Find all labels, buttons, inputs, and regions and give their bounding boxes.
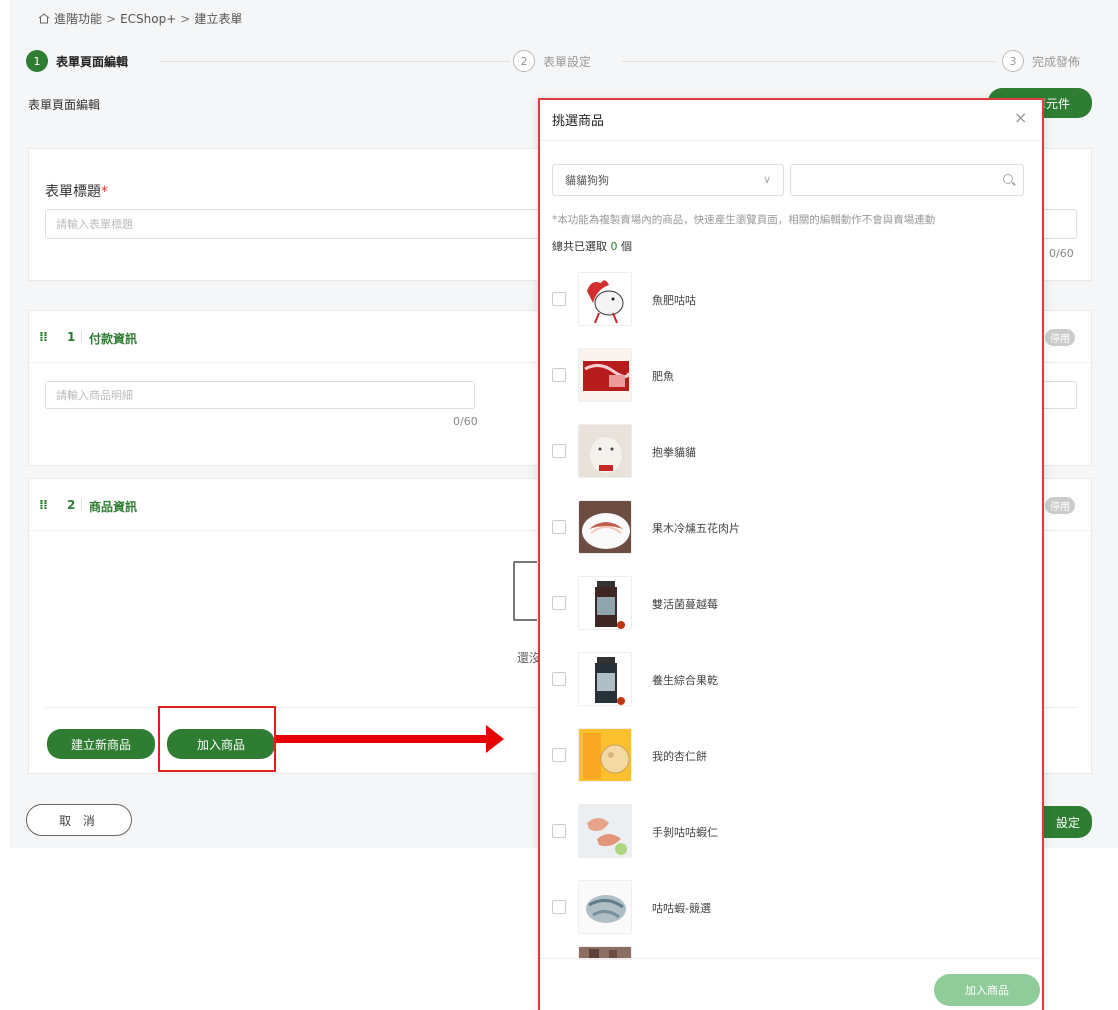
- divider: [81, 499, 82, 511]
- product-item[interactable]: 手剝咕咕蝦仁: [540, 796, 1042, 870]
- product-name: 養生綜合果乾: [652, 674, 718, 687]
- product-name: 我的杏仁餅: [652, 750, 707, 763]
- required-mark: *: [101, 184, 108, 200]
- fish-roe-photo-icon: [578, 348, 632, 402]
- modal-title: 挑選商品: [552, 114, 605, 129]
- product-checkbox[interactable]: [552, 900, 566, 914]
- close-icon[interactable]: ×: [1014, 108, 1027, 127]
- product-checkbox[interactable]: [552, 520, 566, 534]
- almond-cookie-photo-icon: [578, 728, 632, 782]
- arrow-head-icon: [486, 725, 504, 753]
- modal-add-product-button[interactable]: 加入商品: [934, 974, 1040, 1006]
- product-name: 雙活菌蔓越莓: [652, 598, 718, 611]
- disable-toggle[interactable]: 停用: [1045, 329, 1075, 346]
- product-name: 手剝咕咕蝦仁: [652, 826, 718, 839]
- product-checkbox[interactable]: [552, 596, 566, 610]
- bacon-plate-photo-icon: [578, 500, 632, 554]
- step-number: 3: [1002, 50, 1024, 72]
- shrimp-photo-icon: [578, 804, 632, 858]
- breadcrumb-advanced[interactable]: 進階功能: [54, 10, 102, 27]
- rooster-photo-icon: [578, 272, 632, 326]
- create-product-button[interactable]: 建立新商品: [47, 729, 155, 759]
- product-search-input[interactable]: [790, 164, 1024, 196]
- step-number: 1: [26, 50, 48, 72]
- cancel-button[interactable]: 取 消: [26, 804, 132, 836]
- product-name: 果木冷燻五花肉片: [652, 522, 740, 535]
- breadcrumb-ecshop[interactable]: ECShop+: [120, 12, 176, 26]
- form-title-input-edge[interactable]: [1041, 209, 1077, 239]
- product-checkbox[interactable]: [552, 672, 566, 686]
- empty-box-icon: [513, 561, 537, 621]
- product-item[interactable]: 雙活菌蔓越莓: [540, 568, 1042, 642]
- product-item[interactable]: 果木冷燻五花肉片: [540, 492, 1042, 566]
- store-select-value: 貓貓狗狗: [565, 174, 609, 187]
- form-title-label: 表單標題*: [45, 184, 108, 200]
- arrow-shaft: [276, 735, 488, 743]
- divider: [540, 140, 1042, 141]
- cat-figurine-photo-icon: [578, 424, 632, 478]
- breadcrumb-separator: >: [106, 11, 117, 26]
- product-item[interactable]: 養生綜合果乾: [540, 644, 1042, 718]
- breadcrumb-separator: >: [180, 11, 191, 26]
- jar-photo-icon: [578, 652, 632, 706]
- product-detail-input[interactable]: 請輸入商品明細: [45, 381, 475, 409]
- chevron-down-icon: ∨: [762, 173, 771, 186]
- section-name: 付款資訊: [89, 332, 138, 346]
- search-icon[interactable]: [1003, 174, 1013, 184]
- product-name: 肥魚: [652, 370, 674, 383]
- product-item[interactable]: 抱拳貓貓: [540, 416, 1042, 490]
- product-checkbox[interactable]: [552, 748, 566, 762]
- form-title-input[interactable]: 請輸入表單標題: [45, 209, 545, 239]
- pick-product-modal: 挑選商品 × 貓貓狗狗 ∨ *本功能為複製賣場內的商品，快速產生瀏覽頁面，相關的…: [538, 98, 1044, 1010]
- drag-handle-icon[interactable]: ⁞⁞: [39, 330, 48, 345]
- product-item[interactable]: 咕咕蝦-競選: [540, 872, 1042, 946]
- product-checkbox[interactable]: [552, 444, 566, 458]
- section-number: 1: [67, 330, 76, 344]
- modal-note: *本功能為複製賣場內的商品，快速產生瀏覽頁面，相關的編輯動作不會與賣場連動: [552, 214, 936, 226]
- divider: [540, 958, 1042, 959]
- step-edit-page: 1 表單頁面編輯: [26, 50, 128, 72]
- divider: [81, 331, 82, 343]
- char-count: 0/60: [453, 415, 478, 428]
- product-name: 咕咕蝦-競選: [652, 902, 711, 915]
- input-edge[interactable]: [1041, 381, 1077, 409]
- step-connector: [160, 61, 510, 62]
- shrimp-photo-icon: [578, 880, 632, 934]
- step-label: 表單設定: [543, 54, 592, 69]
- product-name: 魚肥咕咕: [652, 294, 696, 307]
- product-checkbox[interactable]: [552, 368, 566, 382]
- section-title: 表單頁面編輯: [28, 98, 101, 112]
- selected-count: 總共已選取 0 個: [552, 240, 632, 253]
- home-icon[interactable]: [38, 13, 50, 24]
- disable-toggle[interactable]: 停用: [1045, 497, 1075, 514]
- breadcrumb-current: 建立表單: [194, 12, 243, 26]
- store-select[interactable]: 貓貓狗狗 ∨: [552, 164, 784, 196]
- product-checkbox[interactable]: [552, 824, 566, 838]
- highlight-box: [158, 706, 276, 772]
- step-label: 表單頁面編輯: [56, 54, 129, 69]
- step-publish: 3 完成發佈: [1002, 50, 1080, 72]
- step-label: 完成發佈: [1032, 54, 1081, 69]
- section-number: 2: [67, 498, 76, 512]
- step-form-settings: 2 表單設定: [513, 50, 591, 72]
- selected-count-number: 0: [610, 240, 618, 253]
- char-count: 0/60: [1049, 247, 1074, 260]
- breadcrumb: 進階功能 > ECShop+ > 建立表單: [38, 10, 242, 27]
- product-name: 抱拳貓貓: [652, 446, 696, 459]
- jar-photo-icon: [578, 576, 632, 630]
- product-item[interactable]: 魚肥咕咕: [540, 264, 1042, 338]
- product-item[interactable]: 肥魚: [540, 340, 1042, 414]
- product-item[interactable]: 我的杏仁餅: [540, 720, 1042, 794]
- section-name: 商品資訊: [89, 500, 138, 514]
- step-connector: [622, 61, 996, 62]
- step-number: 2: [513, 50, 535, 72]
- product-checkbox[interactable]: [552, 292, 566, 306]
- drag-handle-icon[interactable]: ⁞⁞: [39, 498, 48, 513]
